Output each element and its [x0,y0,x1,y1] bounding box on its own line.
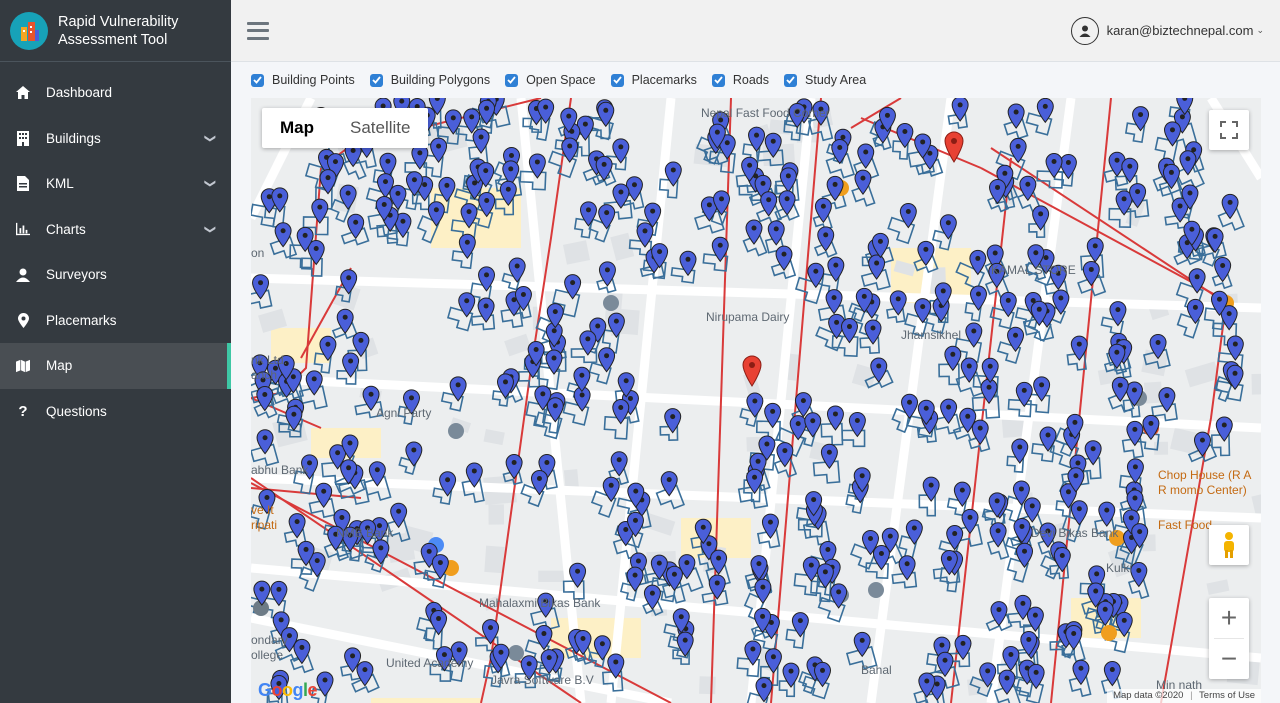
sidebar-item-questions[interactable]: ? Questions [0,389,231,435]
sidebar-item-kml[interactable]: KML ❯ [0,161,231,207]
app-title: Rapid Vulnerability Assessment Tool [58,13,178,49]
layer-toggle-label: Building Polygons [390,73,491,87]
map-edge-label: nk Ltd. [251,353,288,367]
map-canvas[interactable] [251,98,1261,703]
map-place-label[interactable]: Agni Party [376,406,431,420]
map-edge-label: ve It [251,503,274,517]
sidebar-item-label: Placemarks [46,312,117,328]
brand[interactable]: Rapid Vulnerability Assessment Tool [0,0,231,62]
home-icon [16,85,30,101]
layer-toggle-placemarks[interactable]: Placemarks [610,73,697,87]
layer-toggle-roads[interactable]: Roads [711,73,770,87]
map-edge-label: on [251,246,265,260]
map-type-control: Map Satellite [262,108,429,148]
google-logo[interactable]: Google [258,680,318,701]
menu-toggle-icon[interactable] [247,21,269,40]
checkbox-checked-icon[interactable] [505,73,519,87]
layer-toggle-open-space[interactable]: Open Space [505,73,596,87]
chevron-down-icon: ⌄ [1256,25,1264,35]
zoom-in-button[interactable]: + [1209,598,1249,638]
layer-toggle-building-points[interactable]: Building Points [251,73,355,87]
user-email: karan@biztechnepal.com [1106,23,1254,38]
layer-toggle-label: Open Space [526,73,596,87]
map-edge-label: ollege [251,648,284,662]
checkbox-checked-icon[interactable] [610,73,624,87]
map-place-label[interactable]: Jhamsikhel [901,328,961,342]
zoom-control: + − [1209,598,1249,679]
layer-toggle-label: Roads [732,73,770,87]
user-menu[interactable]: karan@biztechnepal.com ⌄ [1070,16,1264,45]
map-place-label[interactable]: Mahalaxmi Bikas Bank [479,596,600,610]
sidebar-item-label: Dashboard [46,85,113,101]
zoom-out-button[interactable]: − [1209,639,1249,679]
map-place-label[interactable]: KAMAL STORE [991,263,1076,277]
map-place-label[interactable]: Devi Bikas Bank [1031,526,1118,540]
terms-of-use-link[interactable]: Terms of Use [1199,690,1255,701]
fullscreen-icon [1220,121,1238,139]
checkbox-checked-icon[interactable] [784,73,798,87]
checkbox-checked-icon[interactable] [251,73,264,87]
layer-toggle-label: Study Area [805,73,867,87]
fullscreen-button[interactable] [1209,110,1249,150]
layer-toggle-study-area[interactable]: Study Area [784,73,866,87]
map-place-label[interactable]: NMB Bank [336,526,393,540]
app-title-line1: Rapid Vulnerability [58,13,179,30]
street-view-pegman[interactable] [1209,525,1249,565]
map-view[interactable]: Map Satellite + − Google Map data ©2020 … [251,98,1261,703]
user-icon [16,267,30,283]
layer-toggle-label: Placemarks [631,73,697,87]
map-data-credit: Map data ©2020 [1113,690,1184,701]
map-place-label[interactable]: Chop House (R A [1158,468,1251,482]
checkbox-checked-icon[interactable] [369,73,383,87]
map-place-label[interactable]: United Academy [386,656,473,670]
bar-chart-icon [16,221,30,237]
sidebar-item-label: KML [46,176,74,192]
sidebar-item-map[interactable]: Map [0,343,231,389]
pegman-icon [1224,532,1234,558]
map-place-label[interactable]: Nepal Fast Food Corner [701,106,830,120]
map-icon [16,358,30,374]
topbar: karan@biztechnepal.com ⌄ [231,0,1280,62]
sidebar-item-label: Questions [46,403,107,419]
app-title-line2: Assessment Tool [58,31,168,48]
sidebar-item-label: Charts [46,221,86,237]
file-icon [16,176,30,192]
map-place-label[interactable]: R momo Center) [1158,483,1247,497]
sidebar-item-label: Surveyors [46,267,107,283]
map-edge-label: ripati [251,518,278,532]
layer-toggle-label: Building Points [272,73,355,87]
map-place-label[interactable]: Nirupama Dairy [706,310,789,324]
map-place-label[interactable]: Javra Software B.V [491,673,594,687]
layer-toggle-building-polygons[interactable]: Building Polygons [369,73,491,87]
map-pin-icon [16,312,30,328]
map-place-label[interactable]: Bahal [861,663,892,677]
user-avatar-icon [1070,16,1099,45]
sidebar-item-label: Buildings [46,130,101,146]
sidebar-item-charts[interactable]: Charts ❯ [0,207,231,253]
map-edge-label: abhu Bank [251,463,309,477]
sidebar-nav: Dashboard Buildings ❯ KML ❯ Charts ❯ Surveyors P… [0,70,231,434]
map-type-map-button[interactable]: Map [262,108,332,148]
app-logo-icon [10,11,48,50]
map-edge-label: ondary [251,633,288,647]
map-attribution: Map data ©2020 | Terms of Use [1107,689,1261,703]
sidebar: Rapid Vulnerability Assessment Tool Dash… [0,0,231,703]
layer-toggles: Building Points Building Polygons Open Spa… [251,70,881,90]
sidebar-item-label: Map [46,358,73,374]
checkbox-checked-icon[interactable] [711,73,725,87]
map-edge-label: anch [251,368,278,382]
sidebar-item-buildings[interactable]: Buildings ❯ [0,116,231,162]
chevron-down-icon: ❯ [203,179,216,189]
map-place-label[interactable]: Kulki [1106,561,1132,575]
map-place-label[interactable]: Fast Food [1158,518,1212,532]
sidebar-item-placemarks[interactable]: Placemarks [0,298,231,344]
building-icon [16,130,30,146]
sidebar-item-surveyors[interactable]: Surveyors [0,252,231,298]
chevron-down-icon: ❯ [203,224,216,234]
question-icon: ? [18,402,28,420]
map-type-satellite-button[interactable]: Satellite [332,108,428,148]
chevron-down-icon: ❯ [203,133,216,143]
sidebar-item-dashboard[interactable]: Dashboard [0,70,231,116]
